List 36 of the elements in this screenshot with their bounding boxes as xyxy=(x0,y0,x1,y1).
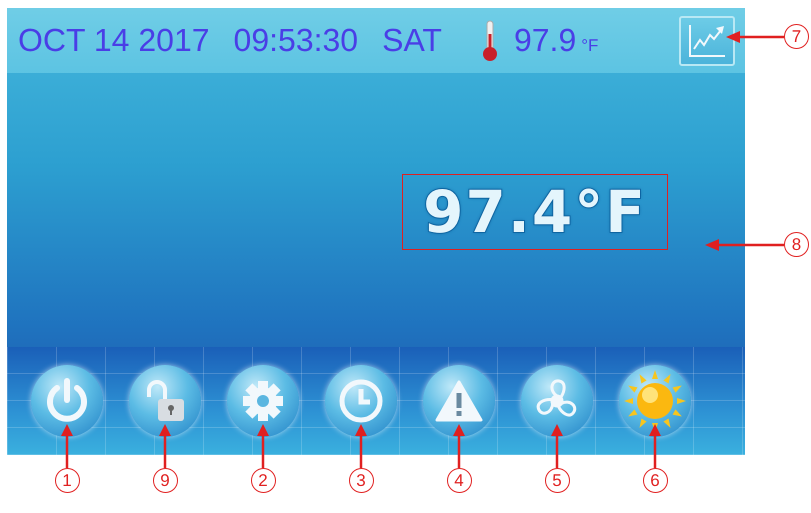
settings-button[interactable] xyxy=(227,365,299,437)
arrow xyxy=(257,424,269,468)
arrow xyxy=(61,424,73,468)
callout-number: 1 xyxy=(54,468,80,493)
settings-icon xyxy=(242,380,284,422)
line-chart-icon xyxy=(687,22,727,58)
arrow xyxy=(649,424,661,468)
alert-button[interactable] xyxy=(423,365,495,437)
weekday-text: SAT xyxy=(382,22,442,59)
unit-text: °F xyxy=(581,36,598,56)
arrow xyxy=(355,424,367,468)
callout-number: 7 xyxy=(784,24,809,49)
callout-number: 3 xyxy=(348,468,374,493)
unlock-button[interactable] xyxy=(129,365,201,437)
arrow xyxy=(159,424,171,468)
clock-icon xyxy=(337,377,385,425)
unlocked-padlock-icon xyxy=(145,379,185,423)
arrow xyxy=(551,424,563,468)
power-button[interactable] xyxy=(31,365,103,437)
callout-number: 5 xyxy=(544,468,570,493)
power-icon xyxy=(45,378,89,424)
callout-number: 8 xyxy=(784,232,809,257)
arrow xyxy=(726,30,784,42)
callout-number: 4 xyxy=(446,468,472,493)
date-text: OCT 14 2017 xyxy=(18,22,210,59)
callout-number: 6 xyxy=(642,468,668,493)
brightness-button[interactable] xyxy=(619,365,691,437)
time-text: 09:53:30 xyxy=(234,22,358,59)
clock-button[interactable] xyxy=(325,365,397,437)
arrow xyxy=(453,424,465,468)
callout-number: 9 xyxy=(152,468,178,493)
warning-icon xyxy=(435,380,483,422)
temperature-reading: 97.4°F xyxy=(423,178,647,246)
temperature-text: 97.9 xyxy=(514,22,576,59)
fan-button[interactable] xyxy=(521,365,593,437)
callout-number: 2 xyxy=(250,468,276,493)
